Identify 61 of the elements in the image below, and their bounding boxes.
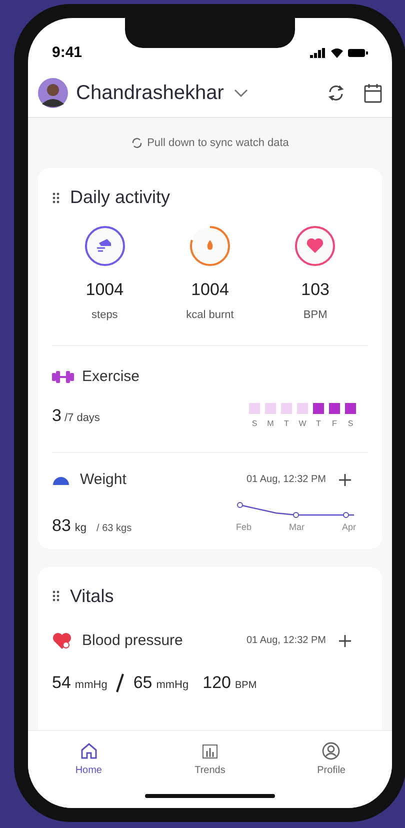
day-label: F: [332, 418, 337, 430]
nav-tab[interactable]: Profile: [270, 741, 392, 808]
calendar-icon[interactable]: [364, 82, 382, 102]
day-label: T: [316, 418, 321, 430]
day-label: M: [267, 418, 274, 430]
card-title: Daily activity: [70, 186, 170, 209]
wifi-icon: [330, 48, 344, 58]
weight-value: 83: [52, 515, 71, 537]
sync-icon: [131, 137, 144, 149]
month-label: Mar: [289, 521, 304, 534]
dumbbell-icon: [52, 371, 74, 384]
sync-icon[interactable]: [326, 82, 346, 102]
day-label: S: [252, 418, 258, 430]
heart-ring-icon: [294, 225, 336, 267]
exercise-count: 3: [52, 405, 62, 428]
exercise-suffix: /7 days: [64, 411, 100, 426]
stat-value: 1004: [86, 279, 124, 301]
card-title: Vitals: [70, 584, 114, 608]
sync-hint: Pull down to sync watch data: [147, 136, 289, 151]
weight-unit: kg: [74, 521, 87, 536]
nav-tab[interactable]: Home: [28, 741, 150, 808]
stat-value: 103: [301, 279, 330, 301]
steps-ring-icon: [84, 225, 126, 267]
stat-value: 1004: [191, 279, 229, 301]
day-label: S: [348, 418, 354, 430]
bp-value: 54: [52, 672, 71, 694]
weight-target: / 63 kgs: [96, 522, 132, 536]
stat-unit: BPM: [303, 308, 328, 322]
chevron-down-icon[interactable]: [234, 88, 248, 96]
drag-handle-icon: [52, 192, 60, 204]
heart-icon: [52, 632, 72, 650]
slash-divider: [115, 672, 126, 693]
bp-unit: mmHg: [74, 678, 108, 693]
section-title: Blood pressure: [82, 630, 183, 650]
nav-tab[interactable]: Trends: [149, 741, 271, 808]
timestamp: 01 Aug, 12:32 PM: [246, 634, 326, 648]
avatar[interactable]: [38, 78, 68, 108]
section-title: Exercise: [82, 367, 140, 387]
home-icon: [78, 741, 99, 761]
timestamp: 01 Aug, 12:32 PM: [246, 473, 326, 488]
profile-icon: [321, 741, 342, 761]
plus-icon[interactable]: [338, 472, 352, 487]
status-time: 9:41: [52, 42, 82, 63]
day-label: W: [298, 418, 306, 430]
month-label: Apr: [342, 521, 356, 534]
section-title: Weight: [80, 470, 126, 490]
gauge-icon: [52, 474, 70, 485]
pulse-unit: BPM: [235, 679, 257, 693]
battery-icon: [348, 48, 368, 58]
stat-unit: kcal burnt: [186, 308, 234, 322]
bp-unit: mmHg: [156, 678, 189, 693]
drag-handle-icon: [52, 590, 60, 602]
month-label: Feb: [236, 521, 252, 534]
plus-icon[interactable]: [338, 634, 352, 648]
user-name[interactable]: Chandrashekhar: [76, 78, 224, 108]
bp-value: 65: [133, 672, 152, 694]
stat-unit: steps: [92, 308, 118, 322]
calories-ring-icon: [188, 225, 231, 267]
day-label: T: [284, 418, 289, 430]
pulse-value: 120: [202, 672, 231, 694]
signal-icon: [310, 48, 326, 58]
